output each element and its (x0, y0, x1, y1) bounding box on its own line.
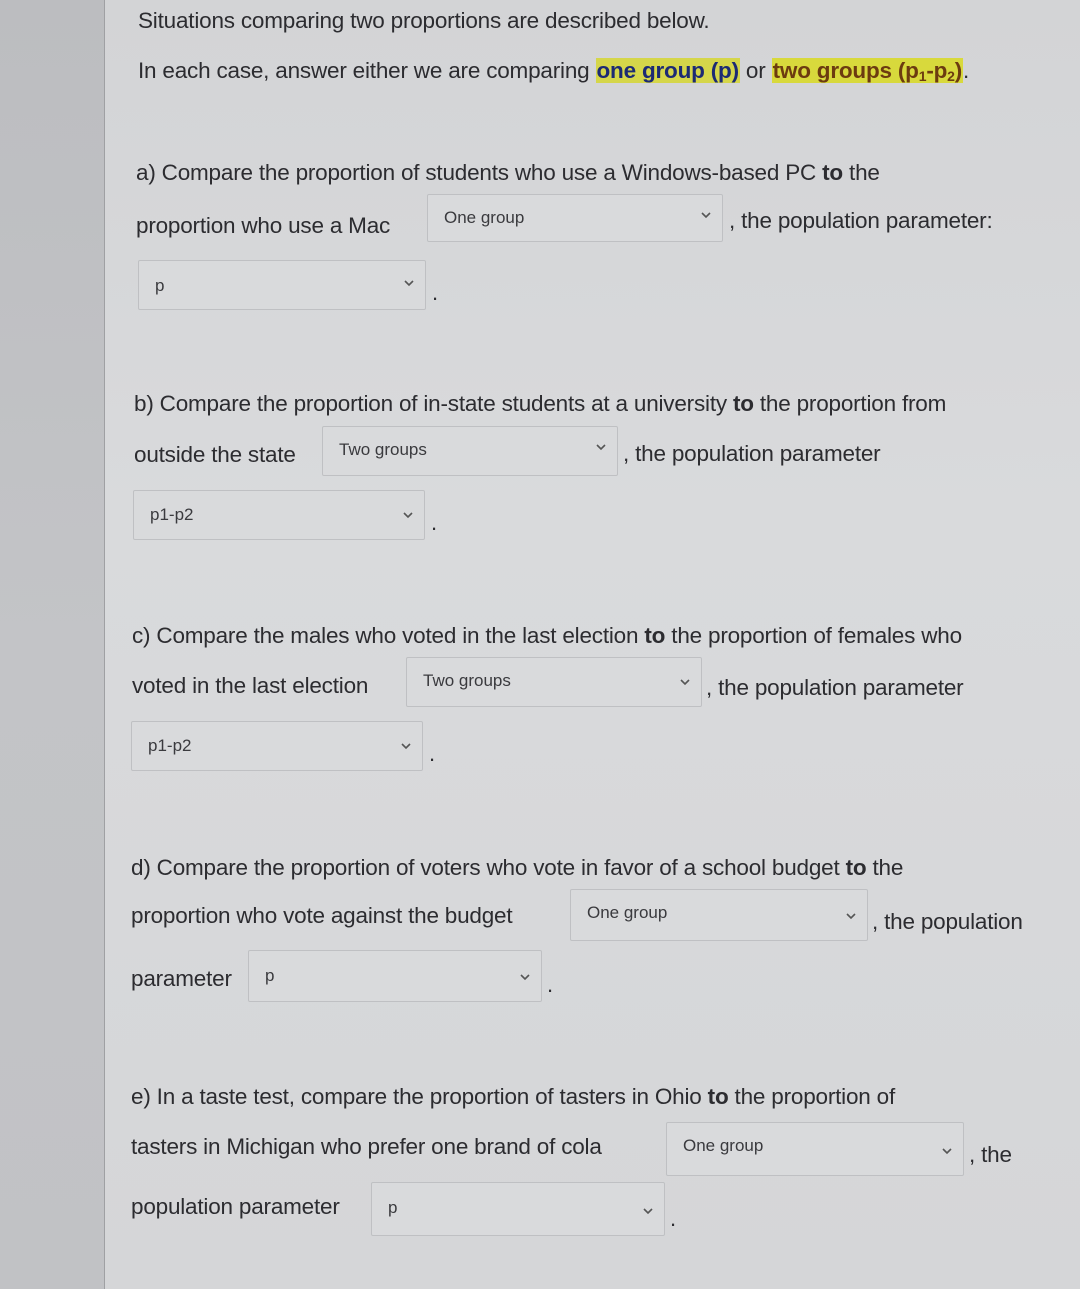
question-d-line-2-end: , the population (872, 909, 1023, 934)
question-d-to: to (845, 855, 867, 880)
question-content: Situations comparing two proportions are… (105, 0, 1080, 1289)
question-b-parameter-select[interactable]: p1-p2 (133, 490, 425, 540)
intro-line-2: In each case, answer either we are compa… (138, 58, 969, 84)
question-e-parameter-label: population parameter (131, 1194, 340, 1219)
question-b-group-select[interactable]: Two groups (322, 426, 618, 476)
question-d-line-2: proportion who vote against the budget (131, 903, 513, 928)
selected-value: p (155, 276, 165, 295)
two-groups-highlight: two groups (p1-p2) (771, 58, 964, 84)
question-d-text-end: the (866, 855, 904, 880)
question-e-line-2: tasters in Michigan who prefer one brand… (131, 1134, 602, 1159)
one-group-highlight: one group (p) (595, 58, 740, 83)
chevron-down-icon (846, 913, 856, 920)
question-e-line-1: e) In a taste test, compare the proporti… (131, 1084, 895, 1110)
question-a-line-2: proportion who use a Mac (136, 213, 391, 238)
left-margin-panel (0, 0, 105, 1289)
question-d-parameter-select[interactable]: p (248, 950, 542, 1002)
question-a-end: . (432, 280, 439, 305)
chevron-down-icon (596, 444, 606, 451)
question-d-parameter-label: parameter (131, 966, 232, 991)
chevron-down-icon (401, 743, 411, 750)
question-e-parameter-select[interactable]: p (371, 1182, 665, 1236)
question-b-line-2-end: , the population parameter (623, 441, 881, 466)
question-a-parameter-select[interactable]: p (138, 260, 426, 310)
question-c-line-1: c) Compare the males who voted in the la… (132, 623, 962, 649)
question-a-to: to (822, 160, 843, 185)
chevron-down-icon (942, 1148, 952, 1155)
question-e-to: to (707, 1084, 729, 1109)
two-groups-text: two groups (p (772, 58, 919, 83)
intro-prefix: In each case, answer either we are compa… (138, 58, 596, 83)
question-b-end: . (431, 510, 438, 535)
selected-value: p1-p2 (150, 505, 194, 524)
question-a-line-1: a) Compare the proportion of students wh… (136, 160, 880, 186)
selected-value: One group (587, 903, 668, 922)
question-e-text: e) In a taste test, compare the proporti… (131, 1084, 708, 1109)
question-c-text-end: the proportion of females who (665, 623, 962, 648)
question-e-group-select[interactable]: One group (666, 1122, 964, 1176)
selected-value: p1-p2 (148, 736, 192, 755)
selected-value: One group (683, 1136, 764, 1155)
chevron-down-icon (643, 1208, 653, 1215)
intro-period: . (963, 58, 970, 83)
question-a-text-end: the (842, 160, 880, 185)
question-b-text: b) Compare the proportion of in-state st… (134, 391, 733, 416)
question-c-line-2-end: , the population parameter (706, 675, 964, 700)
question-c-end: . (429, 741, 436, 766)
two-groups-close: ) (954, 58, 963, 83)
chevron-down-icon (404, 280, 414, 287)
chevron-down-icon (680, 679, 690, 686)
question-e-end: . (670, 1206, 677, 1231)
question-d-end: . (547, 972, 554, 997)
selected-value: p (265, 966, 275, 985)
question-a-text: a) Compare the proportion of students wh… (136, 160, 823, 185)
question-c-parameter-select[interactable]: p1-p2 (131, 721, 423, 771)
subscript-2: 2 (947, 68, 955, 84)
question-b-line-2: outside the state (134, 442, 296, 467)
question-a-line-2-end: , the population parameter: (729, 208, 993, 233)
question-c-line-2: voted in the last election (132, 673, 369, 698)
chevron-down-icon (520, 974, 530, 981)
question-a-group-select[interactable]: One group (427, 194, 723, 242)
question-b-to: to (732, 391, 754, 416)
chevron-down-icon (701, 212, 711, 219)
intro-line-1: Situations comparing two proportions are… (138, 8, 710, 33)
selected-value: One group (444, 208, 525, 227)
selected-value: p (388, 1198, 398, 1217)
selected-value: Two groups (423, 671, 511, 690)
question-e-text-end: the proportion of (728, 1084, 896, 1109)
question-b-line-1: b) Compare the proportion of in-state st… (134, 391, 946, 417)
question-d-text: d) Compare the proportion of voters who … (131, 855, 846, 880)
question-c-group-select[interactable]: Two groups (406, 657, 702, 707)
question-d-group-select[interactable]: One group (570, 889, 868, 941)
question-b-text-end: the proportion from (753, 391, 947, 416)
selected-value: Two groups (339, 440, 427, 459)
question-c-to: to (644, 623, 666, 648)
chevron-down-icon (403, 512, 413, 519)
question-e-line-2-end: , the (969, 1142, 1012, 1167)
question-d-line-1: d) Compare the proportion of voters who … (131, 855, 903, 881)
question-c-text: c) Compare the males who voted in the la… (132, 623, 645, 648)
two-groups-dash: -p (926, 58, 948, 83)
intro-or: or (739, 58, 772, 83)
